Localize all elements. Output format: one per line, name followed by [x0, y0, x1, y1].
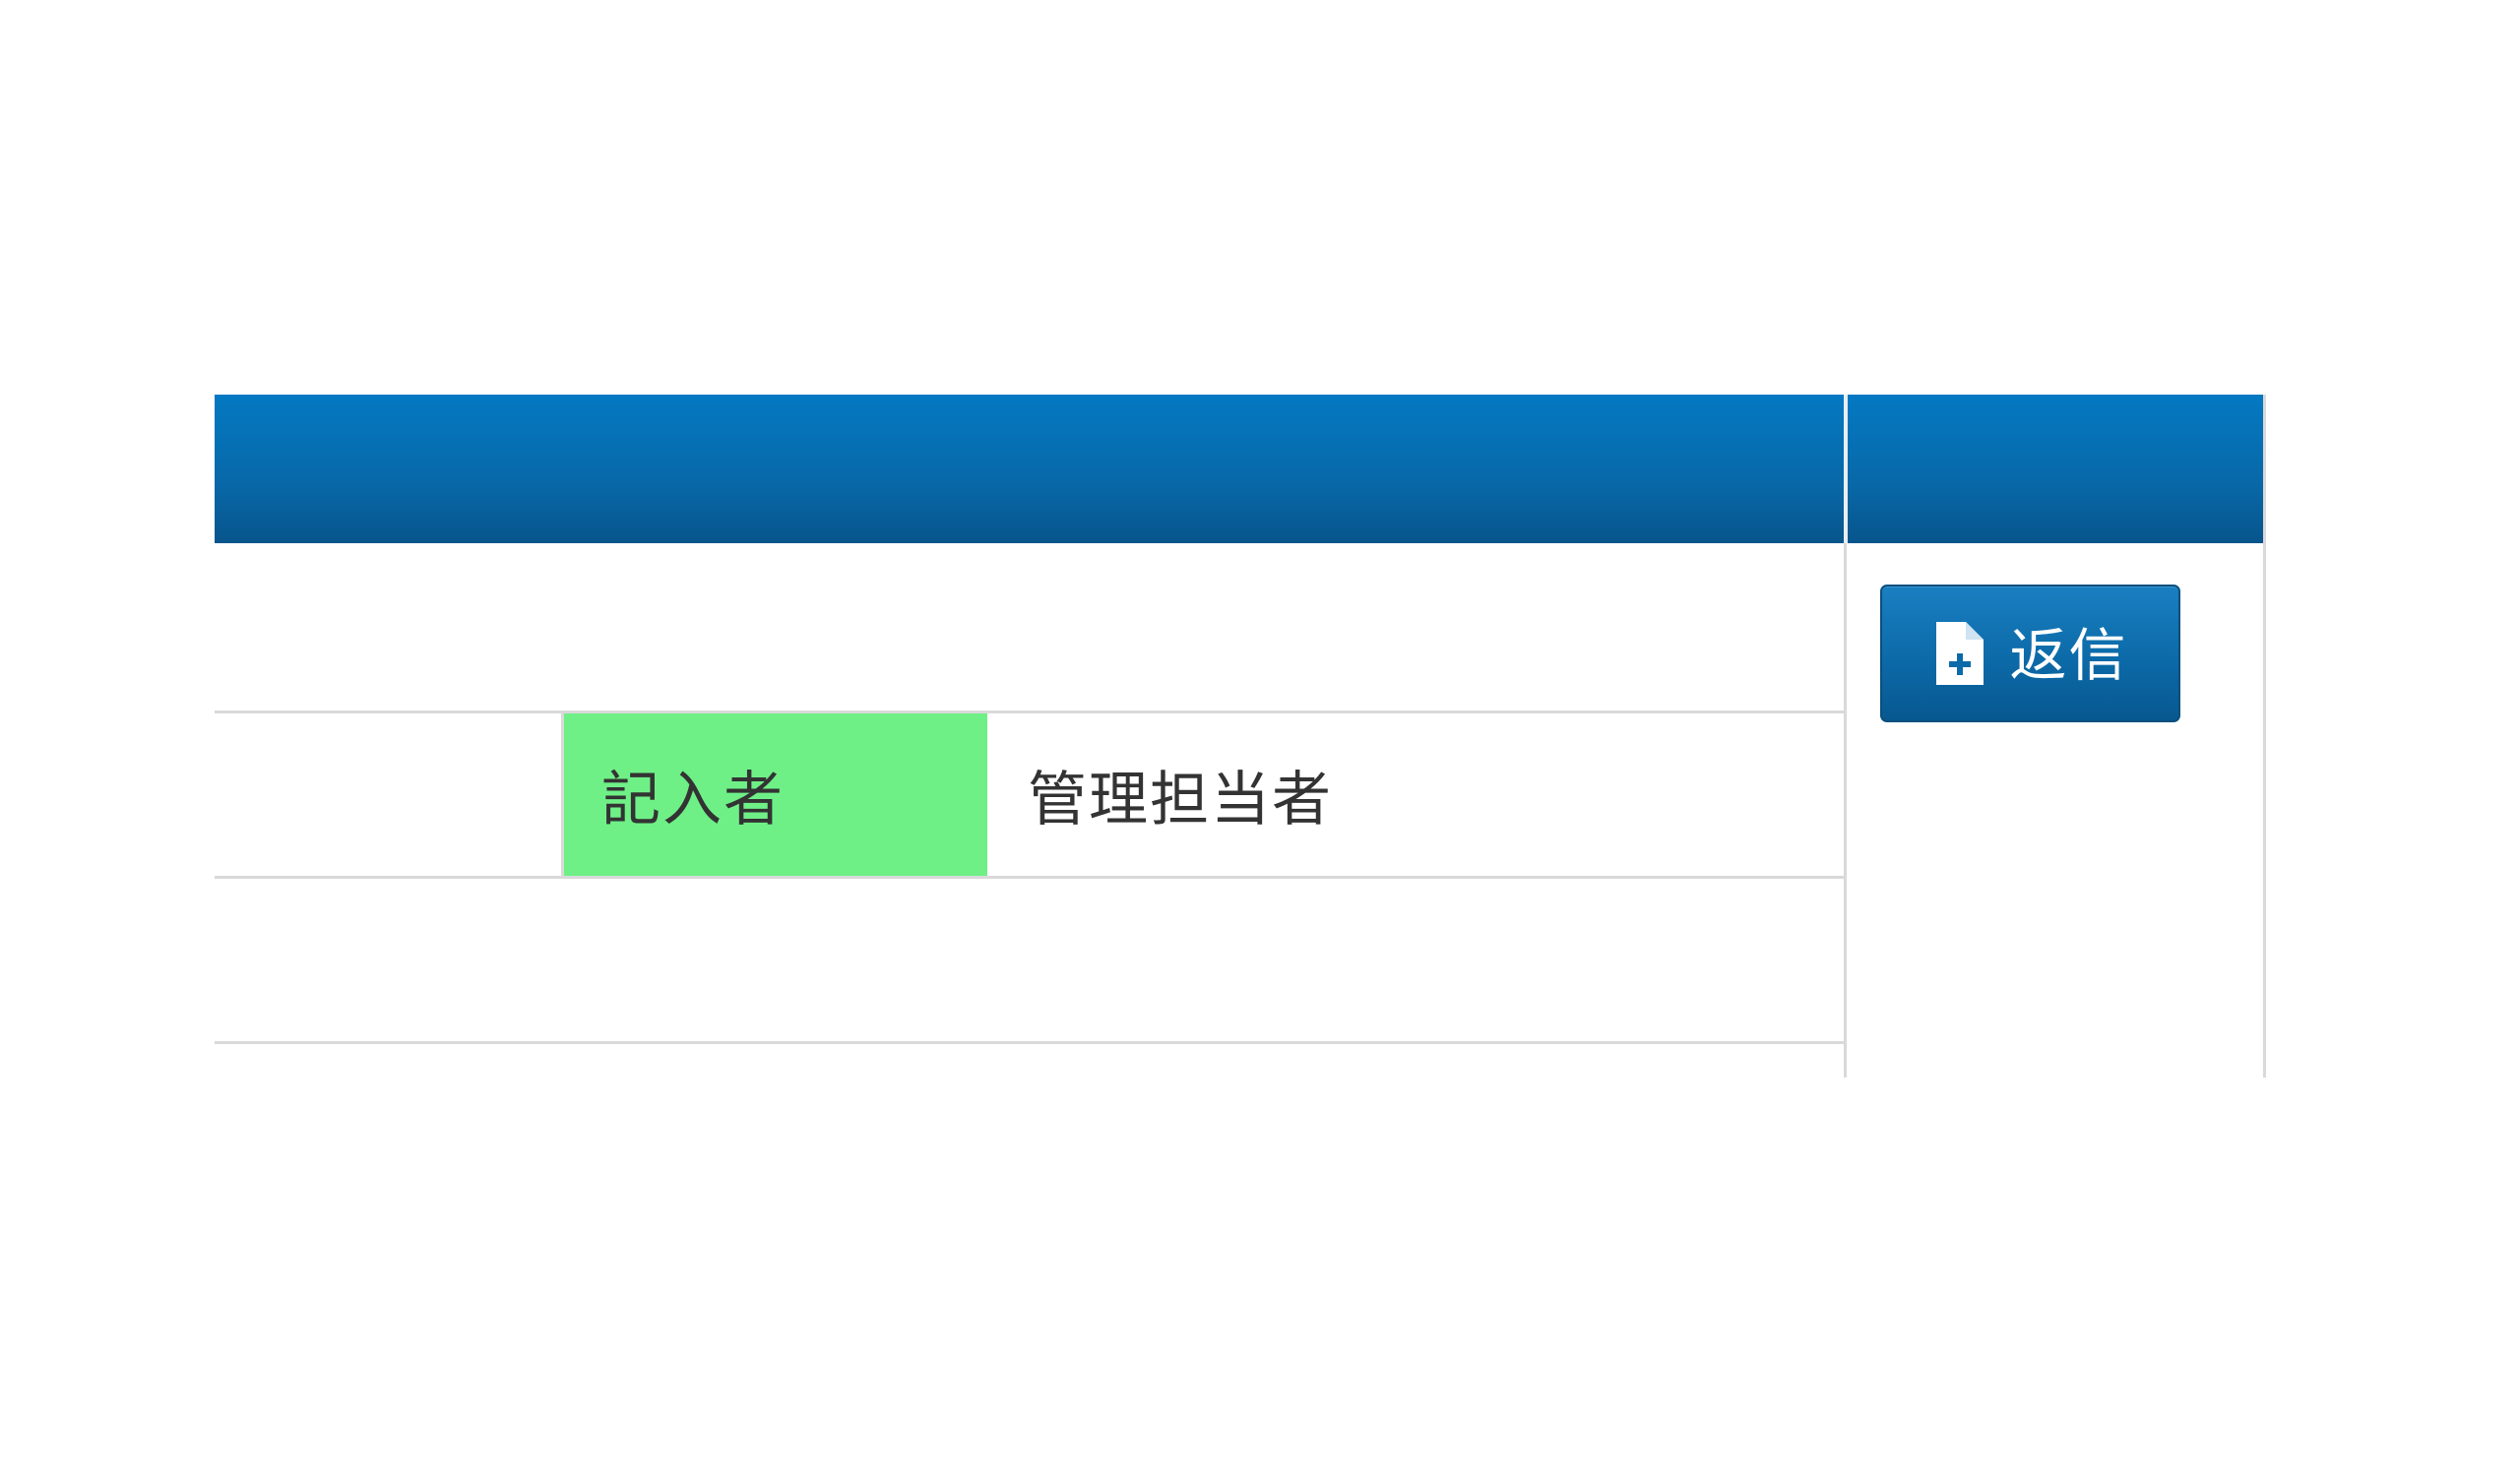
reply-button[interactable]: 返信: [1880, 585, 2180, 722]
writer-label: 記入者: [601, 766, 785, 834]
table-right-border: [2263, 395, 2266, 1078]
table-header-action-column: [1848, 395, 2266, 543]
row-divider: [215, 876, 1844, 879]
writer-value: 管理担当者: [1028, 766, 1333, 834]
column-divider: [1844, 543, 1847, 1078]
file-plus-icon: [1932, 618, 1987, 689]
row-divider: [215, 1041, 1844, 1044]
writer-label-cell: 記入者: [564, 713, 987, 876]
writer-value-cell: 管理担当者: [990, 713, 1844, 876]
thread-table: 記入者 管理担当者 返信: [0, 0, 2520, 1482]
reply-button-label: 返信: [2009, 622, 2128, 689]
table-header-bar: [215, 395, 1844, 543]
